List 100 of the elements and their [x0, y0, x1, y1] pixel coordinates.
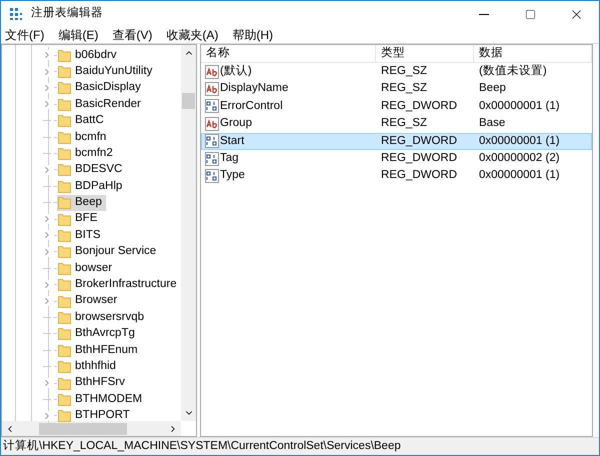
menu-item[interactable]: 收藏夹(A) — [166, 29, 218, 41]
value-row[interactable]: Group REG_SZ Base — [201, 115, 592, 133]
tree-item[interactable]: BasicDisplay — [57, 80, 145, 96]
tree-item-label: BFE — [75, 211, 98, 226]
tree-item-label: BattC — [75, 113, 104, 128]
folder-icon — [58, 130, 71, 144]
string-value-icon — [205, 64, 219, 79]
folder-icon — [58, 228, 71, 242]
tree-item[interactable]: BaiduYunUtility — [57, 64, 156, 80]
value-data: 0x00000002 (2) — [478, 151, 560, 166]
tree-item[interactable]: BthHFEnum — [57, 342, 142, 358]
value-row[interactable]: Start REG_DWORD 0x00000001 (1) — [201, 132, 592, 150]
status-bar-path: 计算机\HKEY_LOCAL_MACHINE\SYSTEM\CurrentControlSet\Services\Beep — [2, 438, 401, 454]
folder-icon — [58, 81, 71, 94]
binary-value-icon — [205, 99, 219, 114]
menu-item[interactable]: 编辑(E) — [58, 29, 98, 41]
tree-item-label: BTHMODEM — [75, 392, 142, 407]
tree-item[interactable]: browsersrvqb — [57, 309, 148, 326]
tree-item-label: browsersrvqb — [75, 310, 144, 325]
tree-item-label: BthHFSrv — [75, 375, 125, 390]
window-title: 注册表编辑器 — [31, 5, 103, 22]
value-name: Type — [220, 168, 245, 184]
folder-icon — [58, 245, 71, 258]
tree-item-label: BITS — [75, 228, 101, 243]
value-type: REG_DWORD — [380, 168, 458, 184]
tree-item-label: BthHFEnum — [75, 342, 138, 358]
value-row[interactable]: Type REG_DWORD 0x00000001 (1) — [201, 167, 592, 185]
vertical-scrollbar[interactable] — [181, 45, 196, 421]
folder-icon — [58, 212, 71, 226]
tree-item[interactable]: BDESVC — [57, 162, 126, 178]
folder-icon — [58, 196, 71, 210]
folder-icon — [58, 278, 71, 292]
tree-item-label: Bonjour Service — [75, 244, 156, 260]
value-data: 0x00000001 (1) — [478, 168, 560, 184]
value-row[interactable]: ErrorControl REG_DWORD 0x00000001 (1) — [201, 98, 592, 116]
value-type: REG_DWORD — [380, 151, 458, 166]
tree-item[interactable]: Browser — [57, 293, 122, 310]
value-name: ErrorControl — [220, 98, 283, 114]
tree-item[interactable]: BthAvrcpTg — [57, 326, 139, 342]
tree-item[interactable]: Beep — [57, 194, 106, 211]
folder-icon — [58, 163, 71, 176]
tree-item[interactable]: bcmfn2 — [57, 146, 117, 162]
folder-icon — [58, 344, 71, 357]
tree-item-label: BasicRender — [75, 96, 141, 112]
folder-icon — [58, 114, 71, 128]
tree-item[interactable]: bthhfhid — [57, 358, 120, 375]
tree-item[interactable]: Bonjour Service — [57, 244, 160, 260]
tree-item[interactable]: BTHMODEM — [57, 391, 146, 408]
column-header[interactable]: 类型 — [376, 45, 474, 62]
tree-item-label: Beep — [75, 195, 102, 210]
menu-item[interactable]: 帮助(H) — [232, 29, 273, 41]
tree-item[interactable]: b06bdrv — [57, 47, 121, 64]
value-name: Start — [220, 134, 244, 149]
value-type: REG_SZ — [380, 64, 428, 80]
tree-item[interactable]: BITS — [57, 227, 105, 244]
tree-item-label: BDPaHlp — [75, 178, 122, 194]
value-data: 0x00000001 (1) — [478, 134, 560, 149]
folder-icon — [58, 294, 71, 308]
value-data: Beep — [478, 81, 506, 96]
maximize-icon — [524, 8, 536, 20]
value-row[interactable]: Tag REG_DWORD 0x00000002 (2) — [201, 150, 592, 168]
value-data: (数值未设置) — [478, 64, 547, 80]
tree-item[interactable]: BattC — [57, 112, 108, 129]
tree-item-label: BthAvrcpTg — [75, 326, 135, 342]
value-name: Tag — [220, 151, 239, 166]
value-row[interactable]: DisplayName REG_SZ Beep — [201, 80, 592, 98]
value-name: (默认) — [220, 64, 252, 80]
folder-icon — [58, 327, 71, 340]
binary-value-icon — [205, 134, 219, 148]
tree-item-label: bcmfn — [75, 130, 106, 145]
menu-item[interactable]: 查看(V) — [112, 29, 152, 41]
tree-item-label: bthhfhid — [75, 358, 116, 374]
tree-item[interactable]: BDPaHlp — [57, 178, 126, 194]
tree-item[interactable]: BthHFSrv — [57, 375, 129, 391]
app-icon — [9, 7, 23, 21]
scroll-thumb[interactable] — [39, 422, 127, 434]
tree-item[interactable]: BFE — [57, 211, 102, 228]
folder-icon — [58, 147, 71, 160]
tree-item[interactable]: bowser — [57, 260, 116, 276]
scroll-thumb[interactable] — [182, 93, 196, 109]
horizontal-scrollbar[interactable] — [2, 421, 182, 436]
value-name: Group — [220, 116, 252, 132]
tree-item-label: bowser — [75, 260, 112, 276]
value-row[interactable]: (默认) REG_SZ (数值未设置) — [201, 63, 592, 80]
column-header[interactable]: 名称 — [201, 45, 376, 62]
column-header[interactable]: 数据 — [474, 45, 592, 62]
value-type: REG_SZ — [380, 116, 428, 132]
tree-item[interactable]: bcmfn — [57, 129, 110, 146]
string-value-icon — [205, 116, 219, 131]
value-name: DisplayName — [220, 81, 288, 96]
folder-icon — [58, 48, 71, 62]
value-type: REG_DWORD — [380, 98, 458, 114]
tree-item-label: Browser — [75, 293, 118, 308]
menu-item[interactable]: 文件(F) — [5, 29, 44, 41]
tree-item-label: BDESVC — [75, 162, 122, 178]
tree-item[interactable]: BasicRender — [57, 96, 145, 112]
string-value-icon — [205, 82, 219, 96]
value-data: Base — [478, 116, 506, 132]
tree-item[interactable]: BTHPORT — [57, 408, 134, 424]
tree-item[interactable]: BrokerInfrastructure — [57, 276, 181, 293]
